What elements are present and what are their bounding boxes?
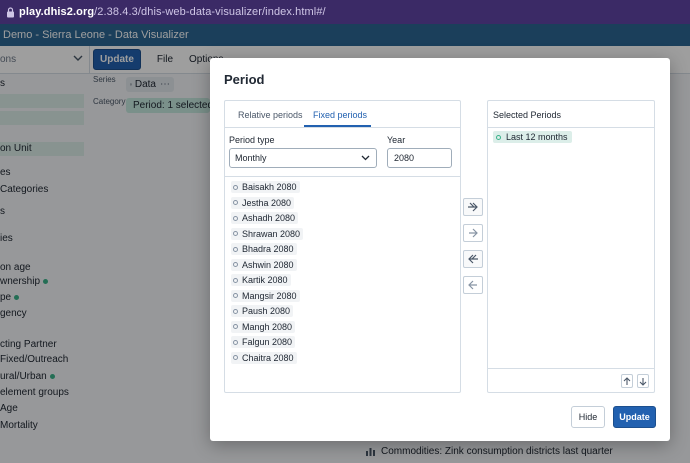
- period-marker-icon: [233, 355, 238, 360]
- period-marker-icon: [233, 184, 238, 190]
- period-option[interactable]: Ashadh 2080: [231, 212, 299, 224]
- chevron-down-icon: [361, 155, 370, 161]
- period-option[interactable]: Ashwin 2080: [231, 258, 297, 271]
- update-button[interactable]: Update: [613, 406, 656, 428]
- period-option-label: Ashwin 2080: [242, 259, 294, 270]
- period-type-value: Monthly: [235, 153, 267, 163]
- period-marker-icon: [233, 324, 238, 329]
- period-option-label: Chaitra 2080: [242, 352, 294, 363]
- period-option[interactable]: Paush 2080: [231, 305, 294, 317]
- period-marker-icon: [496, 134, 501, 140]
- period-option[interactable]: Falgun 2080: [231, 336, 296, 348]
- move-up-button[interactable]: [621, 374, 633, 388]
- lock-icon: [7, 6, 14, 17]
- period-marker-icon: [233, 339, 238, 345]
- period-marker-icon: [233, 293, 238, 298]
- select-button[interactable]: [463, 224, 483, 242]
- period-option-label: Shrawan 2080: [242, 228, 301, 239]
- period-option[interactable]: Bhadra 2080: [231, 243, 297, 255]
- period-marker-icon: [233, 262, 238, 267]
- hide-button[interactable]: Hide: [571, 406, 605, 428]
- period-marker-icon: [233, 215, 238, 221]
- period-marker-icon: [233, 246, 238, 252]
- period-option[interactable]: Jestha 2080: [231, 196, 295, 209]
- year-value: 2080: [394, 153, 415, 163]
- selected-periods-heading: Selected Periods: [488, 101, 654, 128]
- period-option-label: Mangsir 2080: [242, 290, 297, 301]
- period-selector: Relative periods Fixed periods Period ty…: [224, 100, 461, 393]
- modal-title: Period: [224, 72, 265, 87]
- selected-period-item[interactable]: Last 12 months: [493, 131, 572, 143]
- period-marker-icon: [233, 277, 238, 283]
- period-option[interactable]: Mangh 2080: [231, 320, 296, 333]
- arrow-right-icon: [469, 228, 478, 238]
- url-text: play.dhis2.org/2.38.4.3/dhis-web-data-vi…: [19, 6, 326, 18]
- deselect-all-button[interactable]: [463, 250, 483, 268]
- year-input[interactable]: 2080: [387, 148, 452, 168]
- arrow-down-icon: [639, 377, 647, 386]
- period-tabs: Relative periods Fixed periods: [225, 101, 460, 128]
- period-option[interactable]: Chaitra 2080: [231, 351, 297, 364]
- period-marker-icon: [233, 231, 238, 236]
- select-all-button[interactable]: [463, 198, 483, 216]
- period-option[interactable]: Mangsir 2080: [231, 289, 300, 302]
- deselect-button[interactable]: [463, 276, 483, 294]
- period-type-select[interactable]: Monthly: [229, 148, 377, 168]
- active-tab-indicator: [304, 125, 371, 127]
- period-option-label: Baisakh 2080: [242, 182, 297, 192]
- period-option-label: Falgun 2080: [242, 337, 293, 347]
- period-option-label: Bhadra 2080: [242, 244, 294, 254]
- arrow-left-icon: [468, 280, 477, 290]
- move-down-button[interactable]: [637, 374, 649, 388]
- period-option-label: Ashadh 2080: [242, 213, 296, 223]
- double-arrow-right-icon: [468, 202, 478, 212]
- selected-period-label: Last 12 months: [506, 132, 568, 142]
- double-arrow-left-icon: [468, 254, 478, 264]
- period-option[interactable]: Baisakh 2080: [231, 181, 300, 193]
- period-option[interactable]: Kartik 2080: [231, 274, 291, 286]
- available-periods-list: Baisakh 2080 Jestha 2080 Ashadh 2080 Shrawa…: [225, 176, 460, 392]
- period-option-label: Mangh 2080: [242, 321, 293, 332]
- reorder-controls: [488, 368, 654, 392]
- arrow-up-icon: [623, 376, 631, 385]
- period-modal: Period Relative periods Fixed periods Pe…: [210, 58, 670, 441]
- period-option-label: Jestha 2080: [242, 197, 292, 208]
- selected-periods-panel: Selected Periods Last 12 months: [487, 100, 655, 393]
- period-marker-icon: [233, 200, 238, 205]
- period-type-label: Period type: [229, 135, 275, 145]
- year-label: Year: [387, 135, 406, 145]
- period-marker-icon: [233, 308, 238, 314]
- tab-fixed-periods[interactable]: Fixed periods: [313, 110, 367, 120]
- period-option-label: Kartik 2080: [242, 275, 288, 285]
- tab-relative-periods[interactable]: Relative periods: [238, 110, 303, 120]
- browser-address-bar[interactable]: play.dhis2.org/2.38.4.3/dhis-web-data-vi…: [0, 0, 690, 24]
- period-option[interactable]: Shrawan 2080: [231, 227, 304, 240]
- period-option-label: Paush 2080: [242, 306, 291, 316]
